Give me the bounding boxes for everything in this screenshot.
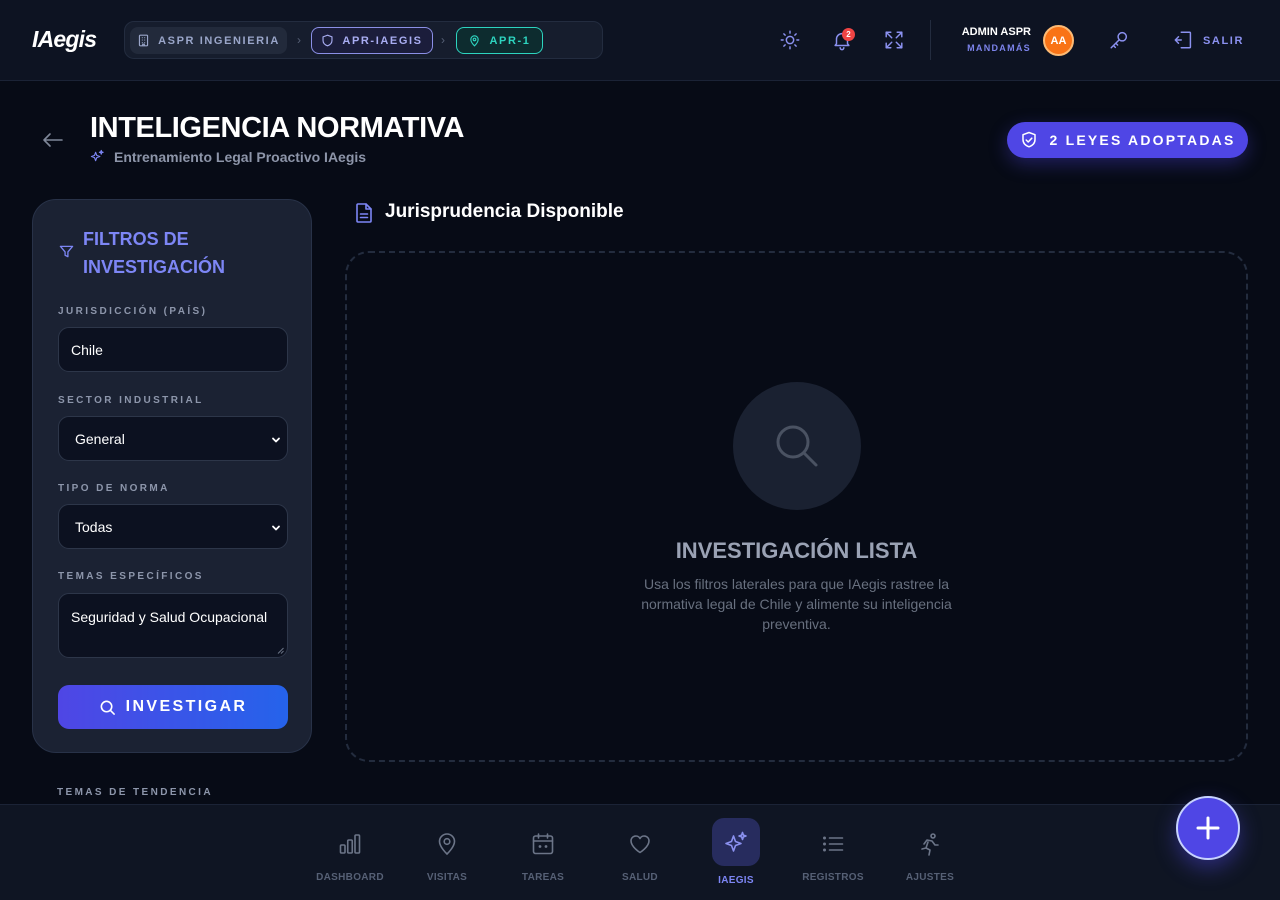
nav-item-dashboard[interactable]: DASHBOARD: [310, 805, 390, 900]
document-icon: [356, 203, 372, 223]
empty-state-title: INVESTIGACIÓN LISTA: [675, 538, 918, 563]
user-name: ADMIN ASPR: [961, 26, 1031, 38]
key-icon: [1110, 31, 1128, 49]
nav-label: AJUSTES: [905, 872, 955, 883]
breadcrumb-location[interactable]: APR-1: [456, 27, 543, 54]
calendar-icon: [531, 831, 555, 857]
plus-icon: [1196, 816, 1220, 840]
shield-check-icon: [1021, 131, 1036, 148]
norm-type-label: TIPO DE NORMA: [58, 483, 170, 494]
nav-item-visitas[interactable]: VISITAS: [407, 805, 487, 900]
jurisdiction-value: Chile: [71, 341, 103, 358]
sector-value: General: [75, 430, 125, 447]
nav-item-tareas[interactable]: TAREAS: [503, 805, 583, 900]
funnel-icon: [59, 245, 74, 258]
runner-icon: [918, 831, 942, 857]
adopted-laws-label: 2 LEYES ADOPTADAS: [1049, 132, 1236, 148]
sparkles-icon: [724, 830, 748, 856]
nav-label: TAREAS: [521, 872, 565, 883]
breadcrumb-company[interactable]: ASPR INGENIERIA: [130, 27, 287, 54]
map-pin-icon: [470, 35, 480, 47]
top-bar: IAegis ASPR INGENIERIA › APR-IAEGIS › AP…: [0, 0, 1280, 81]
investigate-button[interactable]: INVESTIGAR: [58, 685, 288, 729]
filters-title: FILTROS DE INVESTIGACIÓN: [83, 229, 226, 277]
expand-icon: [885, 31, 903, 49]
nav-label: DASHBOARD: [316, 872, 384, 883]
nav-item-ajustes[interactable]: AJUSTES: [890, 805, 970, 900]
key-button[interactable]: [1106, 27, 1132, 53]
app-logo[interactable]: IAegis: [32, 26, 97, 53]
page-subtitle: Entrenamiento Legal Proactivo IAegis: [114, 149, 367, 165]
topics-value: Seguridad y Salud Ocupacional: [71, 609, 268, 625]
section-title: Jurisprudencia Disponible: [385, 201, 624, 222]
jurisdiction-label: JURISDICCIÓN (PAÍS): [58, 306, 208, 317]
resize-grip-icon[interactable]: [277, 647, 284, 654]
shield-icon: [322, 34, 333, 47]
nav-item-salud[interactable]: SALUD: [600, 805, 680, 900]
back-button[interactable]: [40, 127, 66, 153]
notification-count-badge: 2: [842, 28, 855, 41]
nav-item-iaegis[interactable]: IAEGIS: [696, 805, 776, 900]
search-icon: [776, 425, 818, 467]
breadcrumb-location-label: APR-1: [489, 34, 531, 47]
topics-textarea[interactable]: Seguridad y Salud Ocupacional: [58, 593, 288, 658]
investigate-button-label: INVESTIGAR: [125, 698, 248, 715]
logout-icon: [1174, 31, 1192, 49]
nav-label: REGISTROS: [802, 872, 864, 883]
arrow-left-icon: [43, 133, 63, 147]
avatar[interactable]: AA: [1043, 25, 1074, 56]
adopted-laws-badge[interactable]: 2 LEYES ADOPTADAS: [1007, 122, 1248, 158]
bar-chart-icon: [338, 831, 362, 857]
trending-topics-label: TEMAS DE TENDENCIA: [57, 787, 213, 798]
breadcrumb-project[interactable]: APR-IAEGIS: [311, 27, 433, 54]
chevron-right-icon: ›: [297, 33, 301, 47]
topics-label: TEMAS ESPECÍFICOS: [58, 571, 204, 582]
empty-state-circle: [733, 382, 861, 510]
nav-label: VISITAS: [426, 872, 468, 883]
list-icon: [821, 831, 845, 857]
chevron-down-icon: [272, 437, 280, 443]
map-pin-icon: [435, 831, 459, 857]
search-icon: [100, 700, 115, 715]
page-title: INTELIGENCIA NORMATIVA: [90, 112, 465, 144]
sector-select[interactable]: General: [58, 416, 288, 461]
user-role: MANDAMÁS: [967, 43, 1031, 53]
jurisdiction-input[interactable]: Chile: [58, 327, 288, 372]
sparkles-icon: [90, 149, 104, 162]
logout-button[interactable]: [1171, 27, 1197, 53]
nav-label: IAEGIS: [718, 875, 754, 886]
sector-label: SECTOR INDUSTRIAL: [58, 395, 204, 406]
heart-icon: [628, 831, 652, 857]
norm-type-value: Todas: [75, 518, 113, 535]
norm-type-select[interactable]: Todas: [58, 504, 288, 549]
building-icon: [138, 34, 149, 47]
breadcrumb-project-label: APR-IAEGIS: [342, 34, 423, 47]
breadcrumb: ASPR INGENIERIA › APR-IAEGIS › APR-1: [124, 21, 603, 59]
empty-state-panel: INVESTIGACIÓN LISTA Usa los filtros late…: [345, 251, 1248, 762]
empty-state-description: Usa los filtros laterales para que IAegi…: [641, 576, 952, 632]
bottom-navigation: DASHBOARD VISITAS TAREAS SALUD IAEGIS RE…: [0, 804, 1280, 900]
filters-panel: FILTROS DE INVESTIGACIÓN JURISDICCIÓN (P…: [32, 199, 312, 753]
theme-toggle-button[interactable]: [777, 27, 803, 53]
logout-label[interactable]: SALIR: [1203, 35, 1244, 47]
nav-label: SALUD: [622, 872, 658, 883]
chevron-right-icon: ›: [441, 33, 445, 47]
add-button[interactable]: [1176, 796, 1240, 860]
nav-item-registros[interactable]: REGISTROS: [793, 805, 873, 900]
fullscreen-button[interactable]: [881, 27, 907, 53]
chevron-down-icon: [272, 525, 280, 531]
breadcrumb-company-label: ASPR INGENIERIA: [158, 34, 280, 47]
sun-icon: [780, 30, 800, 50]
